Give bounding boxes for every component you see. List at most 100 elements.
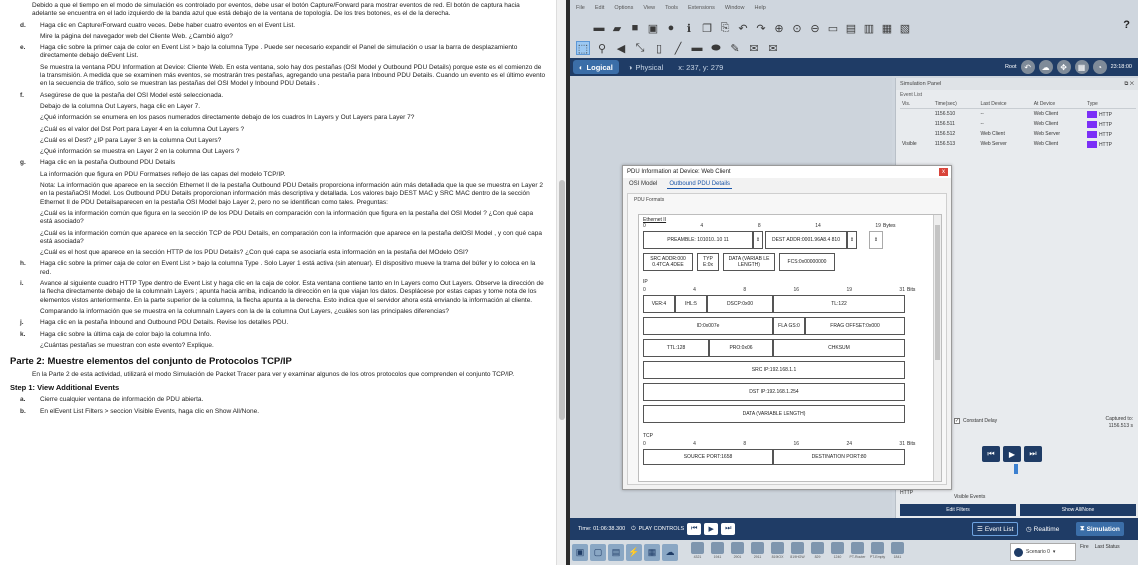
event-row[interactable]: Visible 1156.513 Web Server Web Client HTTP [900, 139, 1136, 149]
save-icon[interactable]: ■ [628, 21, 642, 35]
cli-icon[interactable]: ▦ [880, 21, 894, 35]
activity-wizard-icon[interactable]: ● [664, 21, 678, 35]
redo-icon[interactable]: ↷ [754, 21, 768, 35]
close-icon[interactable]: x [939, 168, 948, 176]
tab-osi-model[interactable]: OSI Model [627, 181, 659, 189]
open-folder-icon[interactable]: ▰ [610, 21, 624, 35]
event-cell-type[interactable]: HTTP [1085, 139, 1136, 149]
eth-src-spinner[interactable]: ⇕ [869, 231, 883, 249]
pdu-formats-scroll[interactable]: Ethernet II 0 4 8 14 19 Bytes PREAMBLE: 1010… [638, 214, 942, 482]
device-model[interactable]: 819HGW [788, 542, 807, 563]
device-model[interactable]: 1941 [708, 542, 727, 563]
event-cell-type[interactable]: HTTP [1085, 109, 1136, 120]
add-pdu-icon[interactable]: ✉ [747, 41, 761, 55]
event-list-toggle[interactable]: ☰ Event List [972, 522, 1019, 536]
menu-item-options[interactable]: Options [614, 5, 633, 17]
pdu-color-box[interactable] [1086, 140, 1097, 148]
realtime-toggle[interactable]: ◷ Realtime [1022, 522, 1063, 536]
network-info-icon[interactable]: ℹ [682, 21, 696, 35]
pdu-scrollbar[interactable] [933, 215, 941, 481]
event-row[interactable]: 1156.512 Web Client Web Server HTTP [900, 129, 1136, 139]
scenario-selector[interactable]: Scenario 0 ▾ [1010, 543, 1076, 561]
device-model[interactable]: 1841 [888, 542, 907, 563]
inspect-icon[interactable]: ⚲ [595, 41, 609, 55]
misc-icon[interactable]: ▦ [644, 544, 660, 561]
menu-item-tools[interactable]: Tools [665, 5, 678, 17]
device-model[interactable]: 829 [808, 542, 827, 563]
back-step-button[interactable]: ⏮ [982, 446, 1000, 462]
new-scenario-icon[interactable] [1014, 547, 1023, 557]
menu-item-edit[interactable]: Edit [595, 5, 604, 17]
event-row[interactable]: 1156.511 -- Web Client HTTP [900, 119, 1136, 129]
viewport-icon[interactable]: ✥ [1056, 60, 1071, 74]
pdu-color-box[interactable] [1086, 130, 1097, 138]
event-row[interactable]: 1156.510 -- Web Client HTTP [900, 109, 1136, 120]
zoom-in-icon[interactable]: ⊕ [772, 21, 786, 35]
new-file-icon[interactable]: ▬ [592, 21, 606, 35]
ipc-icon[interactable]: ▥ [862, 21, 876, 35]
show-all-none-button[interactable]: Show All/None [1020, 504, 1136, 516]
eth-dest-spinner[interactable]: ⇕ [847, 231, 857, 249]
undo-icon[interactable]: ↶ [736, 21, 750, 35]
pdu-color-box[interactable] [1086, 120, 1097, 128]
end-devices-icon[interactable]: ▢ [590, 544, 606, 561]
menu-item-extensions[interactable]: Extensions [688, 5, 715, 17]
components-icon[interactable]: ▤ [608, 544, 624, 561]
device-model[interactable]: 4321 [688, 542, 707, 563]
multiuser-icon[interactable]: ☁ [662, 544, 678, 561]
eth-preamble-spinner[interactable]: ⇕ [753, 231, 763, 249]
line-icon[interactable]: ╱ [671, 41, 685, 55]
connections-icon[interactable]: ⚡ [626, 544, 642, 561]
paste-icon[interactable]: ⎘ [718, 21, 732, 35]
bar-back-button[interactable]: ⏮ [687, 523, 702, 535]
device-model[interactable]: 1240 [828, 542, 847, 563]
cloud-icon[interactable]: ☁ [1038, 60, 1053, 74]
copy-icon[interactable]: ❐ [700, 21, 714, 35]
pdu-scrollbar-thumb[interactable] [935, 225, 940, 360]
menu-item-window[interactable]: Window [725, 5, 745, 17]
drawing-palette-icon[interactable]: ▭ [826, 21, 840, 35]
menu-item-file[interactable]: File [576, 5, 585, 17]
device-model[interactable]: 2901 [728, 542, 747, 563]
menu-item-view[interactable]: View [643, 5, 655, 17]
simulation-toggle[interactable]: ⧗ Simulation [1076, 522, 1124, 536]
event-cell-type[interactable]: HTTP [1085, 129, 1136, 139]
device-model[interactable]: 2911 [748, 542, 767, 563]
clock-icon[interactable]: ◔ [1092, 60, 1107, 74]
back-icon[interactable]: ↶ [1020, 60, 1035, 74]
library-icon[interactable]: ▧ [898, 21, 912, 35]
delete-icon[interactable]: ◀ [614, 41, 628, 55]
scrollbar-thumb[interactable] [559, 180, 565, 420]
capture-forward-button[interactable]: ⏭ [1024, 446, 1042, 462]
tab-logical[interactable]: ◐ Logical [573, 60, 619, 74]
play-button[interactable]: ▶ [1003, 446, 1021, 462]
sim-panel-window-controls[interactable]: ⧉ ✕ [1124, 81, 1134, 88]
grid-icon[interactable]: ▦ [1074, 60, 1089, 74]
custom-devices-icon[interactable]: ▤ [844, 21, 858, 35]
ellipse-icon[interactable]: ⬬ [709, 41, 723, 55]
tab-outbound-pdu-details[interactable]: Outbound PDU Details [667, 181, 733, 189]
pdu-color-box[interactable] [1086, 110, 1097, 118]
bar-play-button[interactable]: ▶ [704, 523, 719, 535]
network-devices-icon[interactable]: ▣ [572, 544, 588, 561]
power-cycle-icon[interactable]: ⏻ [631, 526, 635, 533]
complex-pdu-icon[interactable]: ✉ [766, 41, 780, 55]
document-scrollbar[interactable] [556, 0, 566, 565]
print-icon[interactable]: ▣ [646, 21, 660, 35]
device-model[interactable]: 819IOX [768, 542, 787, 563]
help-icon[interactable]: ? [1123, 19, 1130, 31]
rectangle-icon[interactable]: ▬ [690, 41, 704, 55]
zoom-out-icon[interactable]: ⊖ [808, 21, 822, 35]
device-model[interactable]: PT-Empty [868, 542, 887, 563]
speed-slider[interactable] [1014, 464, 1018, 474]
bar-forward-button[interactable]: ⏭ [721, 523, 736, 535]
freeform-icon[interactable]: ✎ [728, 41, 742, 55]
constant-delay-checkbox[interactable]: ✓ Constant Delay [954, 418, 997, 424]
event-cell-type[interactable]: HTTP [1085, 119, 1136, 129]
menu-item-help[interactable]: Help [754, 5, 765, 17]
edit-filters-button[interactable]: Edit Filters [900, 504, 1016, 516]
resize-icon[interactable]: ⤡ [633, 41, 647, 55]
zoom-reset-icon[interactable]: ⊙ [790, 21, 804, 35]
note-icon[interactable]: ▯ [652, 41, 666, 55]
tab-physical[interactable]: ◑ Physical [622, 60, 669, 74]
